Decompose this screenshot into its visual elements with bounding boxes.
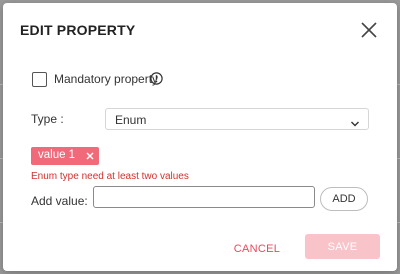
info-icon[interactable] <box>150 72 163 85</box>
type-select-value: Enum <box>115 113 147 127</box>
save-button[interactable]: SAVE <box>305 234 380 259</box>
dialog-title: EDIT PROPERTY <box>20 22 136 38</box>
mandatory-label: Mandatory property <box>54 72 159 86</box>
type-select[interactable]: Enum <box>105 108 369 130</box>
error-message: Enum type need at least two values <box>31 171 189 182</box>
cancel-button[interactable]: CANCEL <box>229 237 285 261</box>
mandatory-checkbox[interactable] <box>32 72 47 87</box>
add-value-input[interactable] <box>93 186 315 208</box>
add-value-label: Add value: <box>31 194 88 208</box>
value-chip: value 1 <box>31 147 99 165</box>
close-icon[interactable] <box>84 149 96 161</box>
add-button[interactable]: ADD <box>320 187 368 211</box>
value-chip-label: value 1 <box>38 149 76 161</box>
close-icon[interactable] <box>359 20 379 40</box>
chevron-down-icon <box>350 115 360 127</box>
edit-property-dialog: EDIT PROPERTY Mandatory property Type : … <box>3 3 397 271</box>
type-label: Type : <box>31 112 64 126</box>
